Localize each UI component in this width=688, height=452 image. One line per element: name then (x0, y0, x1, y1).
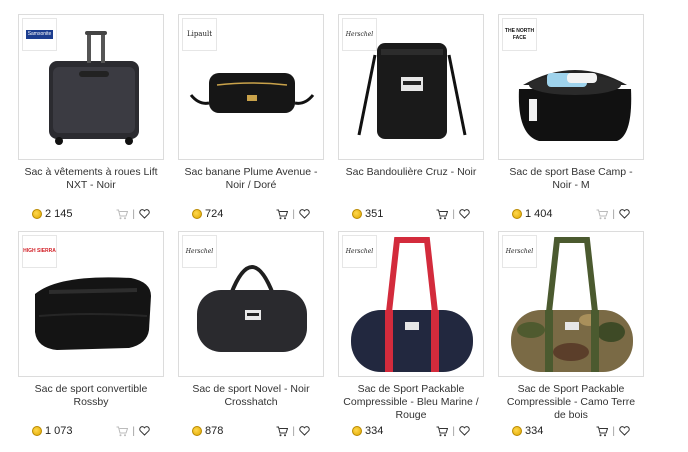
brand-logo: THE NORTH FACE (502, 18, 537, 51)
product-title[interactable]: Sac banane Plume Avenue - Noir / Doré (178, 166, 324, 206)
product-card[interactable]: Herschel Sac de sport Novel - Noir Cross… (178, 231, 324, 439)
separator: | (612, 208, 615, 220)
product-image[interactable]: THE NORTH FACE (498, 14, 644, 160)
product-image[interactable]: Lipault (178, 14, 324, 160)
coin-icon (192, 426, 202, 436)
product-price-row: 878 | (178, 423, 324, 439)
product-price: 334 (365, 425, 384, 437)
separator: | (452, 425, 455, 437)
brand-logo-text: HIGH SIERRA (23, 248, 56, 254)
product-price: 1 073 (45, 425, 73, 437)
heart-icon[interactable] (459, 209, 470, 219)
product-grid: Samsonite Sac à vêtements à roues Lift N… (0, 0, 688, 452)
cart-icon[interactable] (436, 426, 449, 437)
separator: | (132, 208, 135, 220)
product-image[interactable]: HIGH SIERRA (18, 231, 164, 377)
product-card[interactable]: HIGH SIERRA Sac de sport convertible Ros… (18, 231, 164, 439)
brand-logo-text: Herschel (345, 248, 374, 255)
brand-logo: HIGH SIERRA (22, 235, 57, 268)
cart-icon[interactable] (276, 426, 289, 437)
brand-logo: Herschel (182, 235, 217, 268)
product-title[interactable]: Sac Bandoulière Cruz - Noir (338, 166, 484, 206)
product-title[interactable]: Sac de sport Novel - Noir Crosshatch (178, 383, 324, 423)
product-price: 878 (205, 425, 224, 437)
cart-icon[interactable] (116, 209, 129, 220)
product-image[interactable]: Samsonite (18, 14, 164, 160)
heart-icon[interactable] (299, 209, 310, 219)
product-price-row: 334 | (498, 423, 644, 439)
cart-icon[interactable] (116, 426, 129, 437)
product-price: 2 145 (45, 208, 73, 220)
separator: | (612, 425, 615, 437)
product-title[interactable]: Sac de Sport Packable Compressible - Ble… (338, 383, 484, 423)
brand-logo-text: Samsonite (25, 30, 54, 39)
product-price-row: 351 | (338, 206, 484, 222)
brand-logo-text: THE NORTH FACE (504, 27, 535, 41)
product-card[interactable]: Herschel Sac Bandoulière Cruz - Noir 351… (338, 14, 484, 222)
heart-icon[interactable] (619, 426, 630, 436)
heart-icon[interactable] (139, 209, 150, 219)
product-price-row: 1 404 | (498, 206, 644, 222)
coin-icon (192, 209, 202, 219)
heart-icon[interactable] (299, 426, 310, 436)
product-price-row: 2 145 | (18, 206, 164, 222)
product-card[interactable]: Lipault Sac banane Plume Avenue - Noir /… (178, 14, 324, 222)
brand-logo-text: Herschel (185, 248, 214, 255)
product-price-row: 334 | (338, 423, 484, 439)
product-title[interactable]: Sac de sport convertible Rossby (18, 383, 164, 423)
cart-icon[interactable] (276, 209, 289, 220)
product-image[interactable]: Herschel (338, 14, 484, 160)
brand-logo: Lipault (182, 18, 217, 51)
product-image[interactable]: Herschel (498, 231, 644, 377)
brand-logo: Samsonite (22, 18, 57, 51)
product-title[interactable]: Sac à vêtements à roues Lift NXT - Noir (18, 166, 164, 206)
heart-icon[interactable] (619, 209, 630, 219)
separator: | (292, 425, 295, 437)
heart-icon[interactable] (459, 426, 470, 436)
separator: | (132, 425, 135, 437)
brand-logo: Herschel (342, 18, 377, 51)
product-price: 1 404 (525, 208, 553, 220)
coin-icon (352, 209, 362, 219)
brand-logo-text: Lipault (186, 30, 213, 38)
brand-logo: Herschel (342, 235, 377, 268)
cart-icon[interactable] (436, 209, 449, 220)
brand-logo-text: Herschel (505, 248, 534, 255)
coin-icon (32, 209, 42, 219)
heart-icon[interactable] (139, 426, 150, 436)
product-title[interactable]: Sac de Sport Packable Compressible - Cam… (498, 383, 644, 423)
brand-logo-text: Herschel (345, 31, 374, 38)
coin-icon (352, 426, 362, 436)
separator: | (292, 208, 295, 220)
brand-logo: Herschel (502, 235, 537, 268)
product-image[interactable]: Herschel (178, 231, 324, 377)
product-card[interactable]: Herschel Sac de Sport Packable Compressi… (498, 231, 644, 439)
product-price: 334 (525, 425, 544, 437)
product-title[interactable]: Sac de sport Base Camp - Noir - M (498, 166, 644, 206)
product-price: 724 (205, 208, 224, 220)
product-price: 351 (365, 208, 384, 220)
coin-icon (512, 209, 522, 219)
separator: | (452, 208, 455, 220)
cart-icon[interactable] (596, 426, 609, 437)
product-card[interactable]: Samsonite Sac à vêtements à roues Lift N… (18, 14, 164, 222)
product-price-row: 724 | (178, 206, 324, 222)
coin-icon (32, 426, 42, 436)
coin-icon (512, 426, 522, 436)
product-card[interactable]: THE NORTH FACE Sac de sport Base Camp - … (498, 14, 644, 222)
product-price-row: 1 073 | (18, 423, 164, 439)
cart-icon[interactable] (596, 209, 609, 220)
product-image[interactable]: Herschel (338, 231, 484, 377)
product-card[interactable]: Herschel Sac de Sport Packable Compressi… (338, 231, 484, 439)
